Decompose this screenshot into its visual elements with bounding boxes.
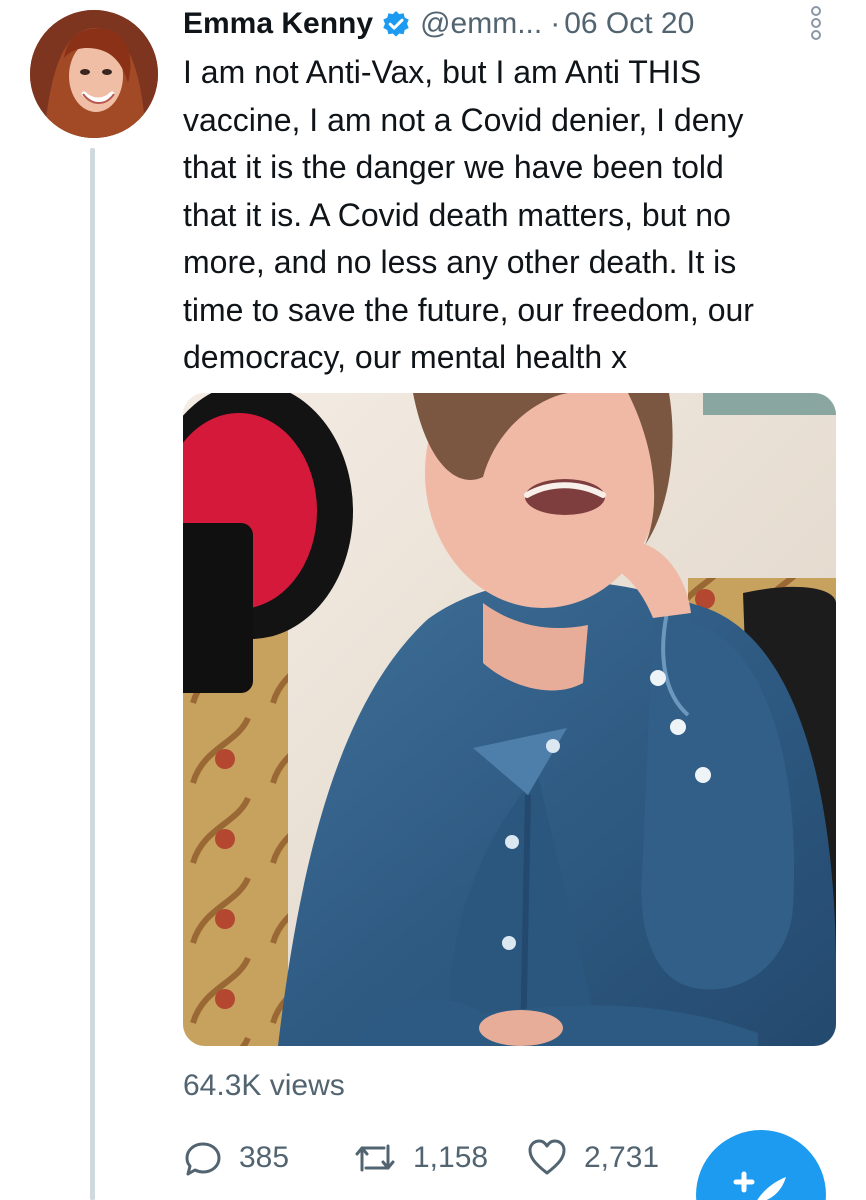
verified-badge-icon <box>381 9 411 39</box>
tweet-header: Emma Kenny @emm... · 06 Oct 20 <box>183 2 694 46</box>
thread-connector-line <box>90 148 95 1200</box>
author-avatar[interactable] <box>30 10 158 138</box>
retweet-icon <box>353 1138 397 1178</box>
like-count: 2,731 <box>584 1141 660 1174</box>
reply-button[interactable]: 385 <box>183 1133 289 1183</box>
view-count: 64.3K views <box>183 1069 345 1102</box>
reply-count: 385 <box>239 1141 290 1174</box>
like-button[interactable]: 2,731 <box>526 1133 659 1183</box>
author-handle[interactable]: @emm... <box>420 7 542 41</box>
retweet-button[interactable]: 1,158 <box>353 1133 488 1183</box>
retweet-count: 1,158 <box>413 1141 489 1174</box>
tweet-video[interactable] <box>183 393 836 1046</box>
tweet-text: I am not Anti-Vax, but I am Anti THIS va… <box>183 54 754 375</box>
header-separator: · <box>550 7 561 40</box>
author-name[interactable]: Emma Kenny <box>183 7 373 41</box>
heart-icon <box>526 1138 568 1178</box>
more-vertical-icon[interactable] <box>806 3 826 43</box>
reply-icon <box>183 1138 223 1178</box>
tweet-date[interactable]: 06 Oct 20 <box>564 7 694 41</box>
